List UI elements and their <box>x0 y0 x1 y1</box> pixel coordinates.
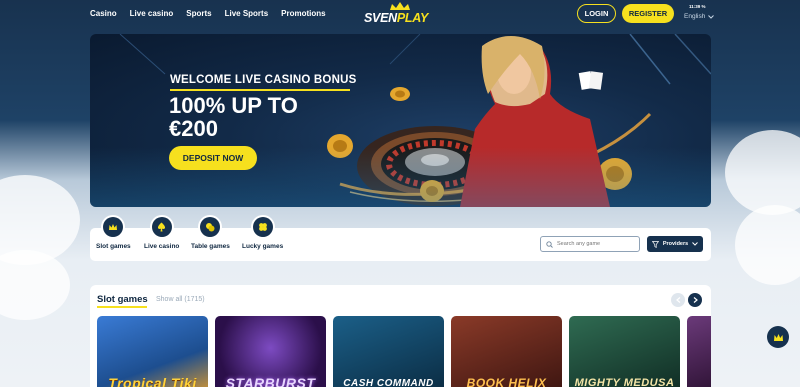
search-input[interactable] <box>557 241 637 247</box>
main-nav: Casino Live casino Sports Live Sports Pr… <box>90 9 326 18</box>
providers-dropdown[interactable]: Providers <box>647 236 703 252</box>
chevron-down-icon <box>692 242 699 246</box>
crown-icon <box>773 333 783 341</box>
decorative-cloud <box>0 250 70 320</box>
section-title: Slot games <box>97 294 148 305</box>
category-label: Lucky games <box>242 243 284 250</box>
decorative-cloud <box>725 130 800 215</box>
providers-label: Providers <box>662 241 689 247</box>
banner-amount-line1: 100% UP TO <box>169 93 298 118</box>
banner-amount-line2: €200 <box>169 116 218 141</box>
game-title: STARBURST <box>225 375 316 387</box>
nav-live-sports[interactable]: Live Sports <box>225 9 269 18</box>
game-tile-cash-command[interactable]: CASH COMMAND <box>333 316 444 387</box>
promo-banner[interactable]: WELCOME LIVE CASINO BONUS 100% UP TO €20… <box>90 34 711 207</box>
game-title: CASH COMMAND <box>343 378 434 387</box>
clock-text: 11:39 % <box>689 4 706 9</box>
filter-icon <box>651 240 659 248</box>
game-tile-tropical-tiki[interactable]: Tropical Tiki <box>97 316 208 387</box>
category-bar: Slot games Live casino Table games Lucky… <box>90 217 711 261</box>
search-icon <box>546 240 553 248</box>
crown-icon <box>103 217 124 237</box>
crown-icon <box>390 2 410 10</box>
deposit-now-button[interactable]: DEPOSIT NOW <box>169 146 257 170</box>
category-slot-games[interactable]: Slot games <box>96 217 131 250</box>
carousel-next-button[interactable] <box>688 293 702 307</box>
chevron-down-icon <box>708 14 715 19</box>
category-live-casino[interactable]: Live casino <box>144 217 179 250</box>
nav-live-casino[interactable]: Live casino <box>130 9 174 18</box>
login-button[interactable]: LOGIN <box>577 4 616 23</box>
game-title: BOOK HELIX <box>466 376 547 387</box>
nav-sports[interactable]: Sports <box>186 9 211 18</box>
game-title: Tropical Tiki <box>108 375 197 387</box>
support-fab[interactable] <box>767 326 789 348</box>
game-tile-mighty-medusa[interactable]: MIGHTY MEDUSA <box>569 316 680 387</box>
carousel-prev-button[interactable] <box>671 293 685 307</box>
show-all-link[interactable]: Show all (1715) <box>156 296 205 303</box>
nav-promotions[interactable]: Promotions <box>281 9 325 18</box>
category-label: Table games <box>191 243 230 250</box>
banner-welcome-text: WELCOME LIVE CASINO BONUS <box>170 74 357 86</box>
spade-icon <box>151 217 172 237</box>
nav-casino[interactable]: Casino <box>90 9 117 18</box>
banner-underline <box>170 89 350 91</box>
site-logo[interactable]: SVENPLAY <box>364 2 436 26</box>
category-lucky-games[interactable]: Lucky games <box>242 217 283 250</box>
chevron-right-icon <box>693 297 698 303</box>
language-label: English <box>684 13 706 20</box>
clover-icon <box>252 217 273 237</box>
game-tile-book-of-helix[interactable]: BOOK HELIX <box>451 316 562 387</box>
category-label: Live casino <box>144 243 180 250</box>
site-header: Casino Live casino Sports Live Sports Pr… <box>0 0 800 30</box>
logo-text: SVENPLAY <box>364 11 429 25</box>
chips-icon <box>200 217 221 237</box>
chevron-left-icon <box>675 297 680 303</box>
game-tile-partial[interactable] <box>687 316 711 387</box>
language-select[interactable]: English <box>684 13 715 20</box>
section-title-underline <box>97 306 147 308</box>
category-table-games[interactable]: Table games <box>191 217 230 250</box>
decorative-cloud <box>735 205 800 285</box>
game-search[interactable] <box>540 236 640 252</box>
slot-games-section: Slot games Show all (1715) Tropical Tiki… <box>90 285 711 387</box>
game-title: MIGHTY MEDUSA <box>574 377 675 387</box>
register-button[interactable]: REGISTER <box>622 4 674 23</box>
game-tile-starburst[interactable]: STARBURST <box>215 316 326 387</box>
category-label: Slot games <box>96 243 131 250</box>
